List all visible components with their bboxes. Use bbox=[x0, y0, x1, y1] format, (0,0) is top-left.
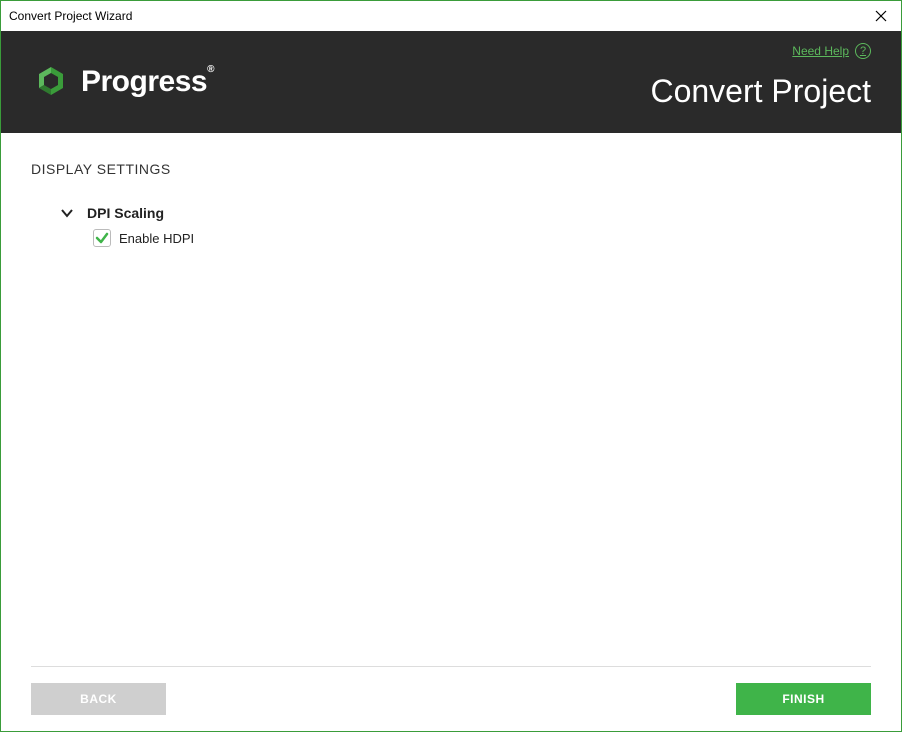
enable-hdpi-label: Enable HDPI bbox=[119, 231, 194, 246]
footer-divider bbox=[31, 666, 871, 667]
group-body: Enable HDPI bbox=[93, 229, 871, 247]
group-title: DPI Scaling bbox=[87, 205, 164, 221]
brand-logo: Progress® bbox=[31, 62, 214, 102]
progress-logo-icon bbox=[31, 62, 71, 102]
page-title: Convert Project bbox=[650, 73, 871, 110]
brand-name: Progress® bbox=[81, 65, 214, 99]
titlebar: Convert Project Wizard bbox=[1, 1, 901, 31]
footer-buttons: BACK FINISH bbox=[31, 683, 871, 715]
need-help-label: Need Help bbox=[792, 44, 849, 58]
close-icon bbox=[875, 10, 887, 22]
checkmark-icon bbox=[95, 231, 109, 245]
dpi-scaling-toggle[interactable]: DPI Scaling bbox=[59, 205, 871, 221]
content-area: DISPLAY SETTINGS DPI Scaling Enable HDPI bbox=[1, 133, 901, 652]
finish-button[interactable]: FINISH bbox=[736, 683, 871, 715]
close-button[interactable] bbox=[871, 6, 891, 26]
enable-hdpi-checkbox[interactable] bbox=[93, 229, 111, 247]
help-icon: ? bbox=[855, 43, 871, 59]
back-button[interactable]: BACK bbox=[31, 683, 166, 715]
wizard-footer: BACK FINISH bbox=[1, 652, 901, 731]
enable-hdpi-row: Enable HDPI bbox=[93, 229, 871, 247]
need-help-link[interactable]: Need Help ? bbox=[792, 43, 871, 59]
section-title: DISPLAY SETTINGS bbox=[31, 161, 871, 177]
dpi-scaling-group: DPI Scaling Enable HDPI bbox=[59, 205, 871, 247]
window-title: Convert Project Wizard bbox=[9, 9, 132, 23]
chevron-down-icon bbox=[59, 205, 75, 221]
wizard-header: Progress® Need Help ? Convert Project bbox=[1, 31, 901, 133]
